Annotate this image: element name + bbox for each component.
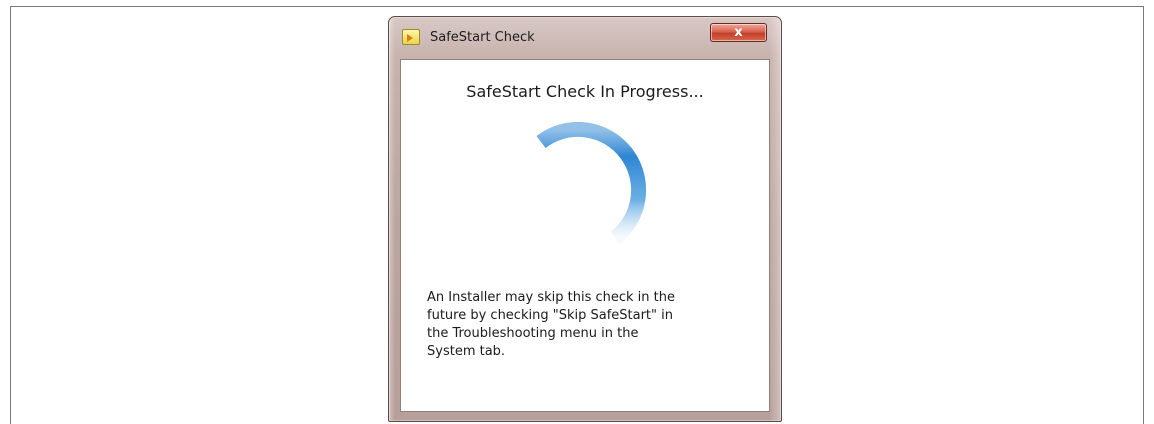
safestart-dialog-window: SafeStart Check x SafeStart Check In Pro… xyxy=(388,16,782,422)
dialog-content: SafeStart Check In Progress... An Instal… xyxy=(400,59,770,412)
screenshot-border-left xyxy=(10,6,11,424)
title-bar[interactable]: SafeStart Check x xyxy=(389,17,781,57)
info-line: future by checking "Skip SafeStart" in xyxy=(427,308,673,323)
screenshot-border-right xyxy=(1143,6,1144,424)
close-icon: x xyxy=(734,25,743,40)
info-line: An Installer may skip this check in the xyxy=(427,290,675,305)
skip-safestart-info: An Installer may skip this check in the … xyxy=(427,289,747,361)
close-button[interactable]: x xyxy=(710,23,767,42)
screenshot-border-top xyxy=(10,6,1143,7)
info-line: the Troubleshooting menu in the xyxy=(427,326,639,341)
progress-heading: SafeStart Check In Progress... xyxy=(466,82,704,101)
info-line: System tab. xyxy=(427,344,506,359)
loading-spinner-icon xyxy=(536,122,647,244)
app-icon xyxy=(402,29,420,45)
window-title: SafeStart Check xyxy=(430,30,535,45)
